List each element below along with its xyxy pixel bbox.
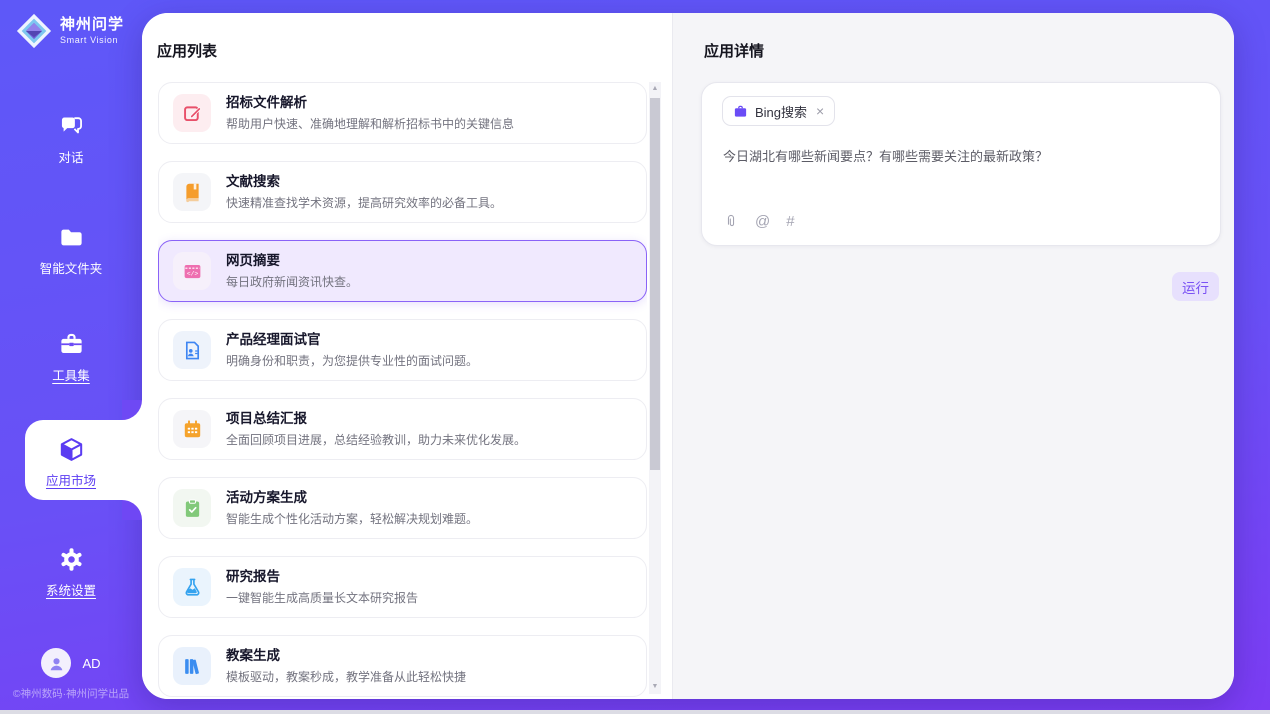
app-name: 项目总结汇报: [226, 410, 526, 428]
sidebar-item-settings[interactable]: 系统设置: [0, 546, 142, 599]
bottom-scroll-track[interactable]: [0, 710, 1270, 714]
book-icon: [182, 182, 203, 203]
toolbox-icon: [58, 331, 85, 358]
sidebar-item-label: 系统设置: [46, 580, 96, 599]
app-list-panel: 应用列表 招标文件解析帮助用户快速、准确地理解和解析招标书中的关键信息文献搜索快…: [142, 13, 673, 699]
app-list-title: 应用列表: [157, 40, 217, 61]
sidebar-item-label: 应用市场: [46, 470, 96, 489]
active-tab-fillet-bottom: [122, 500, 142, 520]
prompt-input[interactable]: 今日湖北有哪些新闻要点？有哪些需要关注的最新政策？: [723, 147, 1200, 167]
list-item[interactable]: 招标文件解析帮助用户快速、准确地理解和解析招标书中的关键信息: [158, 82, 647, 144]
clipboard-check-icon: [182, 498, 203, 519]
flask-icon: [182, 577, 203, 598]
app-name: 文献搜索: [226, 173, 502, 191]
person-icon: [47, 654, 66, 673]
edit-doc-icon: [182, 103, 203, 124]
app-icon-tile: </>: [173, 252, 211, 290]
sidebar: 神州问学 Smart Vision 对话智能文件夹工具集应用市场系统设置 AD …: [0, 0, 142, 714]
sidebar-item-label: 智能文件夹: [40, 258, 103, 277]
gear-icon: [58, 546, 85, 573]
user-account[interactable]: AD: [0, 648, 142, 678]
browser-code-icon: </>: [182, 261, 203, 282]
app-desc: 快速精准查找学术资源，提高研究效率的必备工具。: [226, 194, 502, 211]
app-texts: 招标文件解析帮助用户快速、准确地理解和解析招标书中的关键信息: [226, 94, 514, 132]
app-texts: 教案生成模板驱动，教案秒成，教学准备从此轻松快捷: [226, 647, 466, 685]
app-desc: 明确身份和职责，为您提供专业性的面试问题。: [226, 352, 478, 369]
app-detail-title: 应用详情: [704, 40, 764, 61]
app-name: 教案生成: [226, 647, 466, 665]
app-texts: 项目总结汇报全面回顾项目进展，总结经验教训，助力未来优化发展。: [226, 410, 526, 448]
list-item[interactable]: 项目总结汇报全面回顾项目进展，总结经验教训，助力未来优化发展。: [158, 398, 647, 460]
brand-logo-icon: [15, 12, 53, 50]
list-item[interactable]: </> 网页摘要每日政府新闻资讯快查。: [158, 240, 647, 302]
app-texts: 网页摘要每日政府新闻资讯快查。: [226, 252, 358, 290]
app-desc: 模板驱动，教案秒成，教学准备从此轻松快捷: [226, 668, 466, 685]
sidebar-item-toolset[interactable]: 工具集: [0, 331, 142, 384]
mention-icon[interactable]: @: [755, 214, 770, 229]
list-item[interactable]: 产品经理面试官明确身份和职责，为您提供专业性的面试问题。: [158, 319, 647, 381]
active-tab-fillet-top: [122, 400, 142, 420]
brand: 神州问学 Smart Vision: [15, 12, 124, 50]
app-name: 研究报告: [226, 568, 418, 586]
app-icon-tile: [173, 489, 211, 527]
app-desc: 一键智能生成高质量长文本研究报告: [226, 589, 418, 606]
sidebar-item-app-market[interactable]: 应用市场: [0, 436, 142, 489]
app-list-rows: 招标文件解析帮助用户快速、准确地理解和解析招标书中的关键信息文献搜索快速精准查找…: [158, 82, 647, 699]
app-texts: 产品经理面试官明确身份和职责，为您提供专业性的面试问题。: [226, 331, 478, 369]
app-icon-tile: [173, 647, 211, 685]
books-icon: [182, 656, 203, 677]
avatar[interactable]: [41, 648, 71, 678]
main-container: 应用列表 招标文件解析帮助用户快速、准确地理解和解析招标书中的关键信息文献搜索快…: [142, 13, 1234, 699]
svg-text:</>: </>: [186, 270, 198, 277]
hash-icon[interactable]: #: [786, 214, 794, 229]
scrollbar-thumb[interactable]: [650, 98, 660, 470]
briefcase-icon: [733, 104, 748, 119]
app-icon-tile: [173, 568, 211, 606]
sidebar-item-label: 对话: [58, 147, 83, 166]
close-icon[interactable]: ×: [816, 104, 824, 118]
app-icon-tile: [173, 410, 211, 448]
app-detail-panel: 应用详情 Bing搜索 × 今日湖北有哪些新闻要点？有哪些需要关注的最新政策？: [673, 13, 1234, 699]
copyright: ©神州数码·神州问学出品: [0, 686, 142, 701]
list-item[interactable]: 研究报告一键智能生成高质量长文本研究报告: [158, 556, 647, 618]
brand-subtitle: Smart Vision: [60, 35, 124, 45]
app-desc: 智能生成个性化活动方案，轻松解决规划难题。: [226, 510, 478, 527]
app-icon-tile: [173, 94, 211, 132]
app-texts: 文献搜索快速精准查找学术资源，提高研究效率的必备工具。: [226, 173, 502, 211]
interview-icon: [182, 340, 203, 361]
sidebar-item-chat[interactable]: 对话: [0, 113, 142, 166]
app-name: 网页摘要: [226, 252, 358, 270]
app-desc: 帮助用户快速、准确地理解和解析招标书中的关键信息: [226, 115, 514, 132]
list-item[interactable]: 教案生成模板驱动，教案秒成，教学准备从此轻松快捷: [158, 635, 647, 697]
list-item[interactable]: 文献搜索快速精准查找学术资源，提高研究效率的必备工具。: [158, 161, 647, 223]
scroll-down-icon[interactable]: ▼: [649, 682, 661, 692]
list-item[interactable]: 活动方案生成智能生成个性化活动方案，轻松解决规划难题。: [158, 477, 647, 539]
scroll-up-icon[interactable]: ▲: [649, 84, 661, 94]
app-texts: 研究报告一键智能生成高质量长文本研究报告: [226, 568, 418, 606]
sidebar-item-label: 工具集: [52, 365, 90, 384]
app-texts: 活动方案生成智能生成个性化活动方案，轻松解决规划难题。: [226, 489, 478, 527]
app-list-scrollbar[interactable]: ▲ ▼: [649, 82, 661, 694]
brand-title: 神州问学: [60, 17, 124, 34]
user-initials: AD: [82, 656, 100, 671]
input-toolbar: @ #: [723, 213, 795, 229]
app-icon-tile: [173, 331, 211, 369]
calendar-icon: [182, 419, 203, 440]
tool-tag-bing-search[interactable]: Bing搜索 ×: [722, 96, 835, 126]
app-desc: 每日政府新闻资讯快查。: [226, 273, 358, 290]
tool-tag-label: Bing搜索: [755, 102, 807, 121]
app-icon-tile: [173, 173, 211, 211]
sidebar-item-smart-folders[interactable]: 智能文件夹: [0, 224, 142, 277]
cube-icon: [58, 436, 85, 463]
run-button[interactable]: 运行: [1172, 272, 1219, 301]
app-desc: 全面回顾项目进展，总结经验教训，助力未来优化发展。: [226, 431, 526, 448]
chat-icon: [58, 113, 85, 140]
app-name: 活动方案生成: [226, 489, 478, 507]
paperclip-icon[interactable]: [723, 213, 739, 229]
app-name: 招标文件解析: [226, 94, 514, 112]
app-name: 产品经理面试官: [226, 331, 478, 349]
folder-icon: [58, 224, 85, 251]
prompt-card[interactable]: Bing搜索 × 今日湖北有哪些新闻要点？有哪些需要关注的最新政策？ @ #: [701, 82, 1221, 246]
